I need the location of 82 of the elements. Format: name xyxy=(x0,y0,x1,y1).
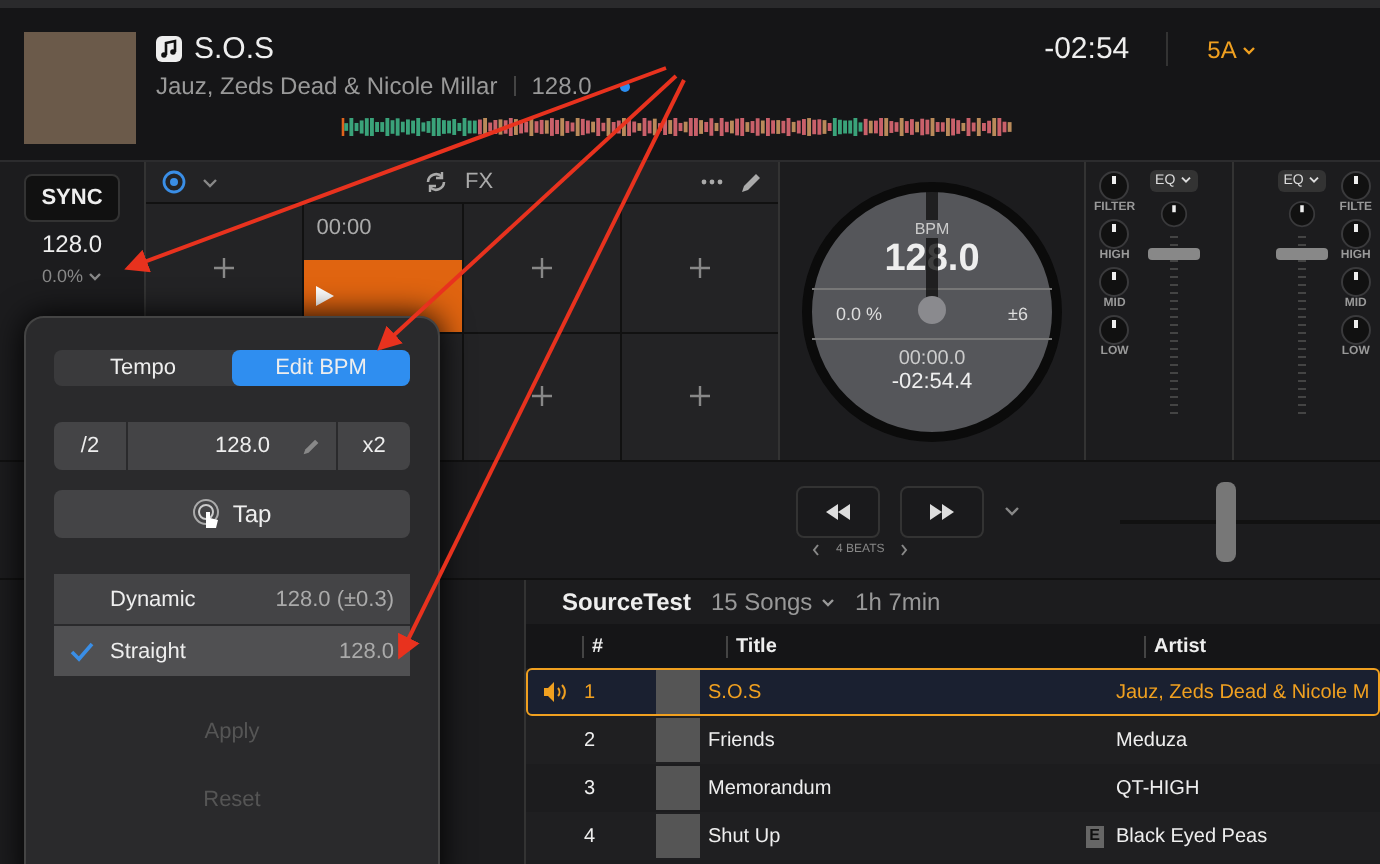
knob-icon[interactable] xyxy=(1339,218,1372,250)
album-art xyxy=(656,718,700,762)
mode-option[interactable]: Dynamic 128.0 (±0.3) xyxy=(54,574,410,624)
song-count-dropdown[interactable]: 15 Songs xyxy=(710,588,836,616)
more-icon[interactable] xyxy=(700,178,724,186)
fast-forward-button[interactable] xyxy=(900,485,984,537)
knob-icon[interactable] xyxy=(1098,170,1131,202)
tap-button[interactable]: Tap xyxy=(54,490,410,538)
pitch-dropdown[interactable]: 0.0% xyxy=(41,266,102,286)
speaker-icon xyxy=(544,682,568,702)
album-art xyxy=(24,32,136,144)
status-dot xyxy=(619,81,630,91)
track-number: 2 xyxy=(584,729,598,751)
knob-icon[interactable] xyxy=(1098,314,1131,346)
knob-icon[interactable] xyxy=(1339,170,1372,202)
halve-button[interactable]: /2 xyxy=(54,422,126,470)
track-title: S.O.S xyxy=(194,32,277,66)
track-number: 4 xyxy=(584,825,598,847)
track-number: 3 xyxy=(584,777,598,799)
plus-icon xyxy=(689,257,710,278)
track-title: S.O.S xyxy=(708,681,762,703)
music-note-icon xyxy=(156,36,182,62)
track-bpm: 128.0 xyxy=(531,72,592,100)
track-artist: Jauz, Zeds Dead & Nicole Millar xyxy=(156,72,498,100)
sync-button[interactable]: SYNC xyxy=(23,174,121,222)
knob-icon[interactable] xyxy=(1098,266,1131,298)
knob-icon[interactable] xyxy=(1159,200,1188,228)
track-row[interactable]: 3 Memorandum QT-HIGH xyxy=(526,764,1380,812)
plus-icon xyxy=(689,386,710,407)
rewind-button[interactable] xyxy=(796,485,880,537)
knob-icon[interactable] xyxy=(1339,314,1372,346)
plus-icon xyxy=(531,386,552,407)
track-title: Memorandum xyxy=(708,777,832,799)
bpm-field[interactable]: 128.0 xyxy=(126,422,338,470)
double-button[interactable]: x2 xyxy=(338,422,410,470)
tap-hand-icon xyxy=(192,498,225,530)
loop-icon[interactable] xyxy=(424,170,449,194)
key-dropdown[interactable]: 5A xyxy=(1207,35,1256,63)
chevron-icon xyxy=(819,598,836,609)
track-artist: QT-HIGH xyxy=(1116,777,1202,799)
fast-forward-icon xyxy=(930,503,954,519)
tab[interactable]: Tempo xyxy=(54,350,232,386)
chevron-icon xyxy=(1179,176,1192,185)
album-art xyxy=(656,670,700,714)
track-number: 1 xyxy=(584,681,598,703)
album-art xyxy=(656,766,700,810)
track-artist: Meduza xyxy=(1116,729,1190,751)
playlist-duration: 1h 7min xyxy=(855,588,941,616)
column-header[interactable]: Artist xyxy=(1144,635,1380,657)
knob-icon[interactable] xyxy=(1339,266,1372,298)
chevron-icon[interactable] xyxy=(202,177,218,187)
plus-icon xyxy=(214,257,235,278)
track-artist: Jauz, Zeds Dead & Nicole M xyxy=(1116,681,1372,703)
knob-icon[interactable] xyxy=(1098,218,1131,250)
chevron-icon[interactable] xyxy=(1004,506,1020,516)
track-title: Shut Up xyxy=(708,825,781,847)
plus-icon xyxy=(531,257,552,278)
chevron-icon xyxy=(1307,176,1320,185)
chevron-icon xyxy=(88,272,102,283)
track-title: Friends xyxy=(708,729,775,751)
explicit-badge: E xyxy=(1085,825,1104,847)
fx-button[interactable]: FX xyxy=(464,170,494,194)
play-icon xyxy=(316,285,335,306)
playlist-name: SourceTest xyxy=(562,588,691,616)
pencil-icon xyxy=(302,437,320,455)
track-artist: Black Eyed Peas xyxy=(1116,825,1270,847)
target-icon[interactable] xyxy=(162,170,186,194)
knob-icon[interactable] xyxy=(1287,200,1316,228)
chevron-icon xyxy=(1242,45,1256,56)
remaining-time: -02:54 xyxy=(1044,32,1168,66)
column-header[interactable]: # xyxy=(582,635,664,657)
deck-bpm: 128.0 xyxy=(41,230,103,258)
mode-option[interactable]: Straight 128.0 xyxy=(54,626,410,676)
rewind-icon xyxy=(826,503,850,519)
album-art xyxy=(656,814,700,858)
column-header[interactable]: Title xyxy=(726,635,1144,657)
chevron-left-icon[interactable] xyxy=(812,543,820,555)
chevron-right-icon[interactable] xyxy=(900,543,909,555)
pencil-icon[interactable] xyxy=(740,171,762,193)
track-row[interactable]: 1 S.O.S Jauz, Zeds Dead & Nicole M xyxy=(526,668,1380,716)
checkmark-icon xyxy=(70,641,94,661)
jog-wheel[interactable]: BPM 128.0 0.0 % ±6 00:00.0 -02:54.4 xyxy=(802,181,1062,441)
